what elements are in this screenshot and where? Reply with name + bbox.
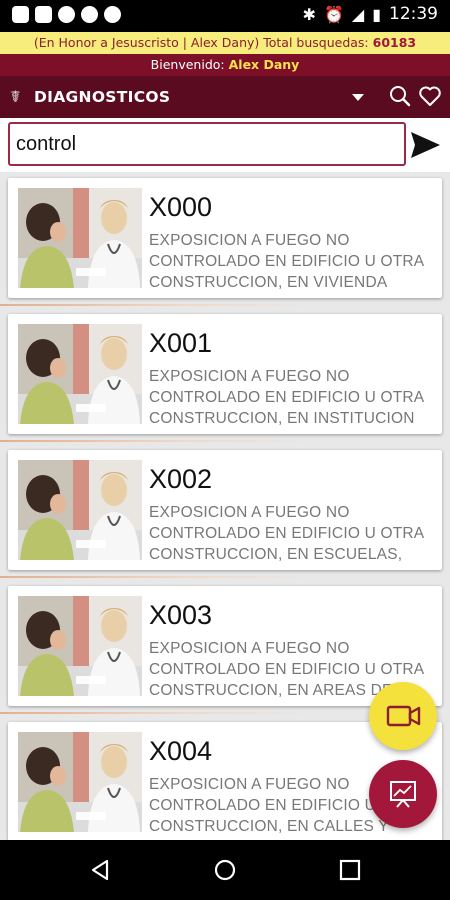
alarm-icon: ⏰	[323, 4, 344, 24]
result-thumbnail	[18, 732, 142, 832]
honor-bar: (En Honor a Jesuscristo | Alex Dany) Tot…	[0, 32, 450, 54]
card-divider	[0, 304, 450, 306]
honor-text: (En Honor a Jesuscristo | Alex Dany) Tot…	[33, 35, 369, 50]
send-icon[interactable]	[408, 128, 442, 162]
bluetooth-icon: ✱	[302, 4, 316, 24]
notification-icon	[104, 6, 121, 23]
battery-icon: ▮	[372, 4, 381, 24]
toolbar-title[interactable]: DIAGNOSTICOS	[34, 88, 170, 106]
chevron-down-icon[interactable]	[352, 94, 364, 101]
result-code: X002	[149, 464, 213, 494]
result-description: EXPOSICION A FUEGO NO CONTROLADO EN EDIF…	[149, 368, 424, 427]
result-thumbnail	[18, 596, 142, 696]
status-time: 12:39	[389, 4, 438, 24]
presentation-fab-button[interactable]	[369, 760, 437, 828]
notification-icons	[12, 6, 121, 23]
card-divider	[0, 440, 450, 442]
search-input[interactable]	[8, 122, 406, 166]
status-bar: ✱ ⏰ ◢ ▮ 12:39	[0, 0, 450, 32]
system-navigation-bar	[0, 840, 450, 900]
result-code: X003	[149, 600, 213, 630]
result-card[interactable]: X000 EXPOSICION A FUEGO NO CONTROLADO EN …	[8, 178, 442, 298]
welcome-bar: Bienvenido: Alex Dany	[0, 54, 450, 76]
result-thumbnail	[18, 324, 142, 424]
result-code: X004	[149, 736, 213, 766]
card-divider	[0, 576, 450, 578]
notification-icon	[81, 6, 98, 23]
result-card[interactable]: X002 EXPOSICION A FUEGO NO CONTROLADO EN …	[8, 450, 442, 570]
home-icon[interactable]	[213, 858, 237, 882]
recent-apps-icon[interactable]	[339, 859, 361, 881]
notification-icon	[35, 6, 52, 23]
search-count: 60183	[372, 35, 417, 50]
result-description: EXPOSICION A FUEGO NO CONTROLADO EN EDIF…	[149, 232, 424, 291]
video-camera-icon	[386, 705, 421, 727]
search-icon[interactable]	[388, 84, 412, 108]
heart-icon[interactable]	[418, 84, 442, 108]
back-icon[interactable]	[88, 858, 112, 882]
search-row	[0, 118, 450, 172]
presentation-icon	[390, 781, 416, 808]
notification-icon	[12, 6, 29, 23]
system-status: ✱ ⏰ ◢ ▮ 12:39	[303, 4, 438, 24]
result-description: EXPOSICION A FUEGO NO CONTROLADO EN EDIF…	[149, 504, 424, 563]
welcome-greeting: Bienvenido:	[150, 57, 225, 72]
video-fab-button[interactable]	[369, 682, 437, 750]
notification-icon	[58, 6, 75, 23]
result-code: X000	[149, 192, 213, 222]
signal-icon: ◢	[351, 4, 365, 24]
result-thumbnail	[18, 188, 142, 288]
result-code: X001	[149, 328, 213, 358]
welcome-username: Alex Dany	[228, 57, 300, 72]
stethoscope-icon: ☤	[10, 87, 21, 106]
app-toolbar: ☤ DIAGNOSTICOS	[0, 76, 450, 118]
result-card[interactable]: X001 EXPOSICION A FUEGO NO CONTROLADO EN …	[8, 314, 442, 434]
result-thumbnail	[18, 460, 142, 560]
